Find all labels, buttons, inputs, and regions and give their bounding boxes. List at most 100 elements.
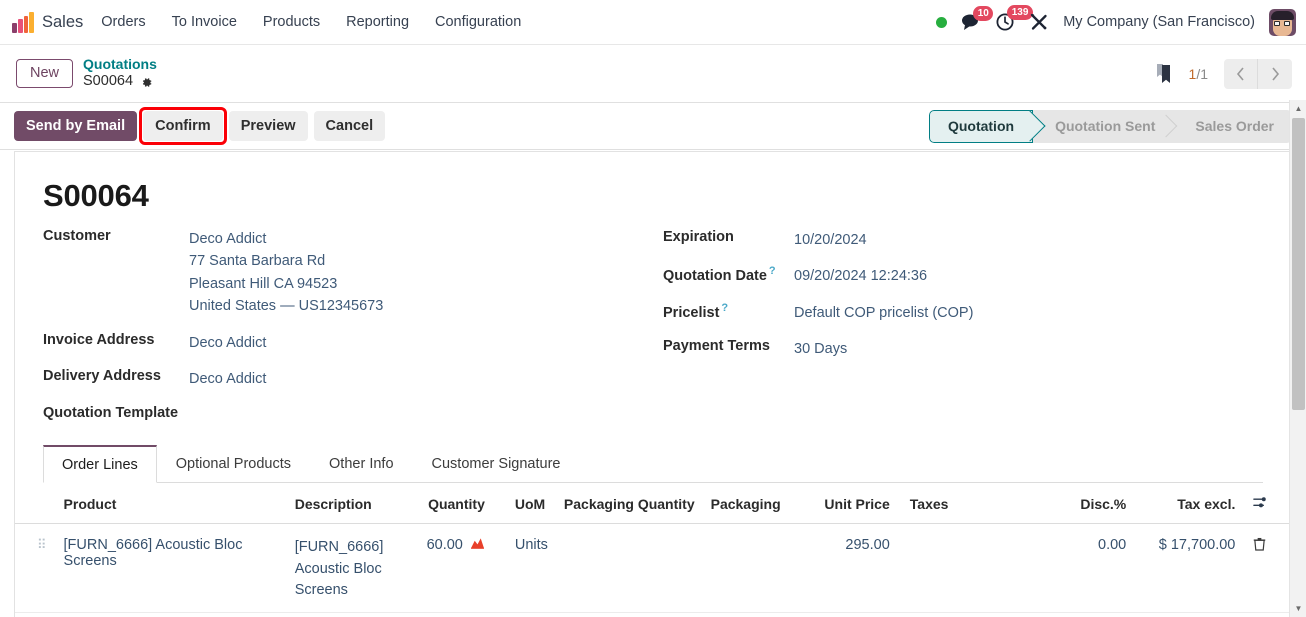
gear-icon[interactable]: [140, 76, 153, 89]
field-value-customer[interactable]: Deco Addict 77 Santa Barbara Rd Pleasant…: [189, 228, 383, 318]
column-quantity[interactable]: Quantity: [411, 482, 493, 524]
cell-packaging-quantity[interactable]: [555, 523, 703, 614]
field-customer: Customer Deco Addict 77 Santa Barbara Rd…: [43, 228, 663, 318]
breadcrumb-parent-quotations[interactable]: Quotations: [83, 56, 157, 73]
breadcrumb-bar: New Quotations S00064 1/1: [0, 45, 1306, 103]
column-taxes[interactable]: Taxes: [897, 482, 1055, 524]
activities-button[interactable]: 139: [995, 5, 1033, 32]
preview-button[interactable]: Preview: [228, 111, 308, 141]
sales-app-logo-icon[interactable]: [12, 11, 34, 33]
order-lines-table: Product Description Quantity UoM Packagi…: [15, 482, 1291, 614]
cell-tax-excl[interactable]: $ 17,700.00: [1134, 523, 1244, 614]
scrollbar-thumb[interactable]: [1292, 118, 1305, 410]
field-value-pricelist[interactable]: Default COP pricelist (COP): [794, 302, 973, 324]
column-discount[interactable]: Disc.%: [1054, 482, 1135, 524]
cell-discount[interactable]: 0.00: [1054, 523, 1135, 614]
column-packaging-quantity[interactable]: Packaging Quantity: [555, 482, 703, 524]
tab-order-lines[interactable]: Order Lines: [43, 444, 157, 483]
wrench-cross-icon: [1031, 13, 1047, 30]
row-drag-handle[interactable]: ⠿: [15, 523, 56, 614]
presence-status-icon: [936, 16, 948, 28]
customer-city: Pleasant Hill CA 94523: [189, 275, 338, 292]
status-pipeline: Quotation Quotation Sent Sales Order: [928, 109, 1292, 143]
field-value-quotation-date[interactable]: 09/20/2024 12:24:36: [794, 265, 927, 287]
menu-item-products[interactable]: Products: [263, 14, 320, 30]
column-uom[interactable]: UoM: [492, 482, 556, 524]
cell-product[interactable]: [FURN_6666] Acoustic Bloc Screens: [55, 523, 287, 614]
top-navbar: Sales Orders To Invoice Products Reporti…: [0, 0, 1306, 45]
field-pricelist: Pricelist? Default COP pricelist (COP): [663, 302, 1263, 324]
cell-quantity[interactable]: 60.00: [411, 523, 493, 614]
column-optional-settings[interactable]: [1243, 482, 1291, 524]
pager-next-button[interactable]: [1258, 58, 1292, 89]
cell-taxes[interactable]: [897, 523, 1055, 614]
send-by-email-button[interactable]: Send by Email: [14, 111, 138, 141]
column-unit-price[interactable]: Unit Price: [811, 482, 898, 524]
field-label-pricelist: Pricelist?: [663, 301, 729, 321]
debug-tools-button[interactable]: [1029, 12, 1049, 32]
menu-item-to-invoice[interactable]: To Invoice: [172, 14, 237, 30]
field-expiration: Expiration 10/20/2024: [663, 229, 1263, 251]
field-quotation-date: Quotation Date? 09/20/2024 12:24:36: [663, 265, 1263, 287]
cell-description[interactable]: [FURN_6666] Acoustic Bloc Screens: [286, 523, 412, 614]
field-value-expiration[interactable]: 10/20/2024: [794, 229, 867, 251]
page-title: S00064: [43, 178, 149, 213]
field-label-expiration: Expiration: [663, 229, 734, 245]
field-label-invoice-address: Invoice Address: [43, 331, 155, 348]
cell-delete[interactable]: [1243, 523, 1291, 614]
record-pager: 1/1: [1154, 58, 1292, 89]
form-fields: Customer Deco Addict 77 Santa Barbara Rd…: [43, 228, 1263, 421]
pager-previous-button[interactable]: [1224, 58, 1258, 89]
form-column-right: Expiration 10/20/2024 Quotation Date? 09…: [663, 228, 1263, 421]
column-drag-handle: [15, 482, 56, 524]
action-statusbar: Send by Email Confirm Preview Cancel Quo…: [0, 103, 1306, 150]
cancel-button[interactable]: Cancel: [313, 111, 386, 141]
notebook-tabs: Order Lines Optional Products Other Info…: [43, 444, 1263, 483]
cell-uom[interactable]: Units: [492, 523, 556, 614]
field-value-invoice-address[interactable]: Deco Addict: [189, 332, 266, 354]
breadcrumb: Quotations S00064: [83, 56, 157, 91]
help-icon-quotation-date[interactable]: ?: [769, 265, 776, 277]
help-icon-pricelist[interactable]: ?: [721, 302, 728, 314]
vertical-scrollbar[interactable]: ▲ ▼: [1289, 100, 1306, 617]
menu-item-orders[interactable]: Orders: [101, 14, 145, 30]
user-avatar[interactable]: [1269, 8, 1296, 36]
customer-name[interactable]: Deco Addict: [189, 228, 383, 250]
stage-quotation-sent[interactable]: Quotation Sent: [1033, 110, 1173, 143]
customer-street: 77 Santa Barbara Rd: [189, 253, 326, 270]
field-label-customer: Customer: [43, 228, 111, 244]
field-label-quotation-date: Quotation Date?: [663, 265, 776, 285]
pager-counter[interactable]: 1/1: [1189, 66, 1208, 82]
app-name-sales[interactable]: Sales: [42, 13, 83, 32]
column-packaging[interactable]: Packaging: [702, 482, 812, 524]
stage-quotation[interactable]: Quotation: [928, 109, 1034, 143]
company-switcher[interactable]: My Company (San Francisco): [1063, 14, 1255, 30]
confirm-button[interactable]: Confirm: [143, 111, 223, 141]
tab-optional-products[interactable]: Optional Products: [157, 445, 310, 483]
table-row[interactable]: ⠿ [FURN_6666] Acoustic Bloc Screens [FUR…: [15, 523, 1291, 614]
menu-item-configuration[interactable]: Configuration: [435, 14, 521, 30]
column-product[interactable]: Product: [55, 482, 287, 524]
forecast-report-icon[interactable]: [470, 537, 485, 549]
field-value-payment-terms[interactable]: 30 Days: [794, 338, 847, 360]
field-label-payment-terms: Payment Terms: [663, 338, 770, 355]
new-record-button[interactable]: New: [16, 58, 74, 89]
column-tax-excl[interactable]: Tax excl.: [1134, 482, 1244, 524]
field-value-delivery-address[interactable]: Deco Addict: [189, 368, 266, 390]
tab-other-info[interactable]: Other Info: [310, 445, 412, 483]
settings-sliders-icon[interactable]: [1253, 497, 1268, 513]
cell-unit-price[interactable]: 295.00: [811, 523, 898, 614]
scroll-down-arrow-icon[interactable]: ▼: [1290, 600, 1306, 617]
tab-customer-signature[interactable]: Customer Signature: [413, 445, 580, 483]
trash-icon[interactable]: [1253, 537, 1266, 551]
main-menu: Orders To Invoice Products Reporting Con…: [101, 14, 521, 30]
form-sheet: S00064 Customer Deco Addict 77 Santa Bar…: [14, 151, 1292, 617]
table-header-row: Product Description Quantity UoM Packagi…: [15, 482, 1291, 524]
messages-button[interactable]: 10: [961, 6, 994, 31]
column-description[interactable]: Description: [286, 482, 412, 524]
menu-item-reporting[interactable]: Reporting: [346, 14, 409, 30]
stage-sales-order[interactable]: Sales Order: [1173, 110, 1292, 143]
cell-packaging[interactable]: [702, 523, 812, 614]
bookmark-icon[interactable]: [1154, 63, 1173, 85]
scroll-up-arrow-icon[interactable]: ▲: [1290, 100, 1306, 117]
